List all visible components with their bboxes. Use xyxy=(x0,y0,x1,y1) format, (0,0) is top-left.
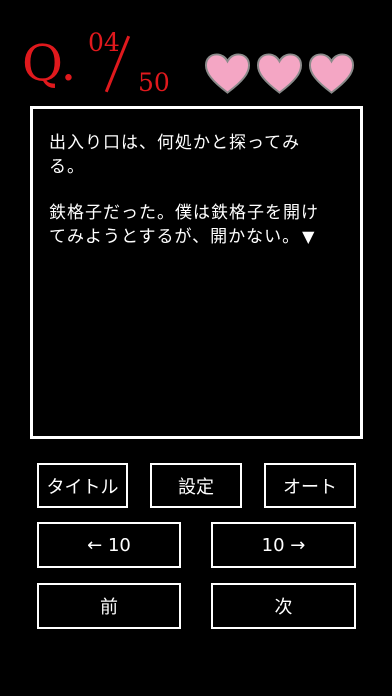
question-total: 50 xyxy=(138,68,170,97)
previous-button[interactable]: 前 xyxy=(37,583,181,629)
heart-icon xyxy=(308,53,355,94)
title-button[interactable]: タイトル xyxy=(37,463,128,508)
settings-button[interactable]: 設定 xyxy=(150,463,242,508)
message-line: 鉄格子だった。僕は鉄格子を開け xyxy=(49,203,319,223)
message-window[interactable]: 出入り口は、何処かと探ってみ る。 鉄格子だった。僕は鉄格子を開け てみようとす… xyxy=(30,106,363,439)
heart-icon xyxy=(256,53,303,94)
continue-arrow-icon: ▼ xyxy=(302,227,316,246)
question-current: 04 xyxy=(88,28,120,57)
question-prefix: Q. xyxy=(22,34,77,92)
lives-hearts xyxy=(204,52,355,96)
auto-button[interactable]: オート xyxy=(264,463,356,508)
message-line: る。 xyxy=(49,157,85,177)
forward-10-button[interactable]: 10 → xyxy=(211,522,356,568)
message-line: 出入り口は、何処かと探ってみ xyxy=(49,133,301,153)
message-line: てみようとするが、開かない。 ▼ xyxy=(49,225,346,249)
back-10-button[interactable]: ← 10 xyxy=(37,522,181,568)
next-button[interactable]: 次 xyxy=(211,583,356,629)
message-line-text: てみようとするが、開かない。 xyxy=(49,227,301,247)
heart-icon xyxy=(204,53,251,94)
